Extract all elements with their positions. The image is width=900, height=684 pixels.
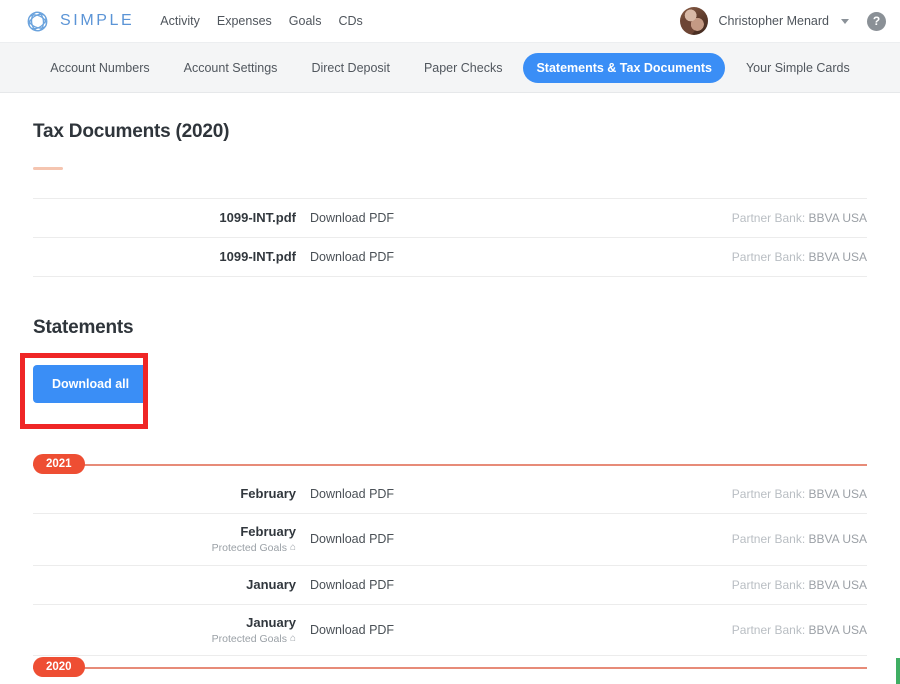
subnav-item-account-numbers[interactable]: Account Numbers	[37, 53, 162, 83]
table-row[interactable]: December Download PDF Partner Bank: BBVA…	[33, 678, 867, 684]
row-label-cell: February Protected Goals ⌂	[33, 524, 310, 555]
partner-bank-name: BBVA USA	[808, 487, 867, 501]
year-divider-line	[33, 464, 867, 466]
row-action-cell: Download PDF	[310, 485, 732, 503]
download-pdf-link[interactable]: Download PDF	[310, 532, 394, 546]
simple-ring-logo-icon	[27, 11, 48, 31]
table-row[interactable]: 1099-INT.pdf Download PDF Partner Bank: …	[33, 198, 867, 237]
partner-bank-name: BBVA USA	[808, 577, 867, 592]
table-row[interactable]: January Download PDF Partner Bank: BBVA …	[33, 564, 867, 604]
table-row[interactable]: January Protected Goals ⌂ Download PDF P…	[33, 603, 867, 657]
row-label-cell: 1099-INT.pdf	[33, 249, 310, 265]
year-divider-2021: 2021	[33, 453, 867, 475]
table-row[interactable]: 1099-INT.pdf Download PDF Partner Bank: …	[33, 237, 867, 277]
nav-item-expenses[interactable]: Expenses	[217, 14, 272, 28]
brand[interactable]: SIMPLE	[24, 8, 134, 35]
row-action-cell: Download PDF	[310, 621, 732, 639]
download-pdf-link[interactable]: Download PDF	[310, 211, 394, 225]
partner-bank-name: BBVA USA	[808, 532, 867, 547]
year-badge: 2021	[33, 454, 85, 474]
row-action-cell: Download PDF	[310, 248, 732, 266]
download-all-area: Download all	[20, 353, 867, 429]
page-root: SIMPLE Activity Expenses Goals CDs Chris…	[0, 0, 900, 684]
partner-bank-name: BBVA USA	[808, 250, 867, 264]
partner-bank-cell: Partner Bank: BBVA USA	[732, 532, 867, 546]
row-label: January	[246, 576, 296, 592]
year-divider-line	[33, 667, 867, 669]
row-label: February	[240, 524, 296, 539]
tax-documents-title: Tax Documents (2020)	[33, 121, 230, 142]
row-sublabel: Protected Goals	[211, 632, 287, 645]
download-pdf-link[interactable]: Download PDF	[310, 487, 394, 501]
help-question-icon[interactable]: ?	[867, 11, 886, 31]
partner-bank-cell: Partner Bank: BBVA USA	[732, 623, 867, 637]
lock-icon: ⌂	[289, 542, 296, 554]
year-badge: 2020	[33, 657, 85, 678]
download-pdf-link[interactable]: Download PDF	[310, 578, 394, 592]
partner-bank-prefix: Partner Bank:	[731, 577, 809, 592]
download-pdf-link[interactable]: Download PDF	[310, 250, 394, 264]
partner-bank-prefix: Partner Bank:	[731, 250, 809, 264]
brand-name: SIMPLE	[60, 12, 135, 29]
row-label: 1099-INT.pdf	[219, 249, 296, 265]
partner-bank-cell: Partner Bank: BBVA USA	[732, 487, 867, 501]
subnav-item-account-settings[interactable]: Account Settings	[171, 53, 291, 83]
partner-bank-prefix: Partner Bank:	[731, 487, 809, 501]
subnav-item-your-simple-cards[interactable]: Your Simple Cards	[733, 53, 863, 83]
main-content: Tax Documents (2020) 1099-INT.pdf Downlo…	[0, 93, 900, 684]
subnav-item-direct-deposit[interactable]: Direct Deposit	[298, 53, 403, 83]
row-label: 1099-INT.pdf	[219, 210, 296, 226]
table-row[interactable]: February Download PDF Partner Bank: BBVA…	[33, 475, 867, 513]
top-header-bar: SIMPLE Activity Expenses Goals CDs Chris…	[0, 0, 900, 43]
partner-bank-prefix: Partner Bank:	[731, 211, 809, 225]
row-label-cell: 1099-INT.pdf	[33, 210, 310, 226]
secondary-nav: Account Numbers Account Settings Direct …	[0, 43, 900, 93]
row-label: January	[246, 614, 296, 630]
row-sublabel-cell: Protected Goals ⌂	[33, 633, 296, 646]
row-sublabel-cell: Protected Goals ⌂	[33, 542, 296, 555]
row-label: February	[240, 486, 296, 502]
subnav-item-statements-tax-documents[interactable]: Statements & Tax Documents	[523, 52, 725, 83]
user-name[interactable]: Christopher Menard	[719, 14, 829, 28]
download-all-button[interactable]: Download all	[33, 365, 149, 403]
row-label-cell: January Protected Goals ⌂	[33, 615, 310, 646]
nav-item-goals[interactable]: Goals	[289, 14, 322, 28]
partner-bank-prefix: Partner Bank:	[731, 622, 809, 637]
partner-bank-cell: Partner Bank: BBVA USA	[732, 578, 867, 592]
partner-bank-name: BBVA USA	[808, 622, 867, 637]
lock-icon: ⌂	[289, 632, 296, 644]
partner-bank-prefix: Partner Bank:	[731, 532, 809, 547]
row-action-cell: Download PDF	[310, 576, 732, 594]
avatar[interactable]	[679, 7, 708, 35]
partner-bank-name: BBVA USA	[808, 211, 867, 225]
statements-list-2020: December Download PDF Partner Bank: BBVA…	[33, 678, 867, 684]
statements-list-2021: February Download PDF Partner Bank: BBVA…	[33, 475, 867, 657]
download-pdf-link[interactable]: Download PDF	[310, 623, 394, 637]
title-accent-rule	[33, 167, 63, 170]
partner-bank-cell: Partner Bank: BBVA USA	[732, 250, 867, 264]
row-action-cell: Download PDF	[310, 530, 732, 548]
partner-bank-cell: Partner Bank: BBVA USA	[732, 211, 867, 225]
primary-nav: Activity Expenses Goals CDs	[160, 14, 362, 28]
row-sublabel: Protected Goals	[211, 541, 287, 554]
statements-title: Statements	[33, 317, 134, 338]
tax-documents-list: 1099-INT.pdf Download PDF Partner Bank: …	[33, 198, 867, 277]
row-label-cell: February	[33, 486, 310, 502]
edge-indicator	[896, 658, 900, 684]
header-right-group: Christopher Menard ?	[679, 7, 886, 35]
year-divider-2020: 2020	[33, 656, 867, 678]
chevron-down-icon[interactable]	[841, 18, 849, 24]
row-action-cell: Download PDF	[310, 209, 732, 227]
table-row[interactable]: February Protected Goals ⌂ Download PDF …	[33, 513, 867, 565]
row-label-cell: January	[33, 577, 310, 593]
nav-item-activity[interactable]: Activity	[160, 14, 200, 28]
nav-item-cds[interactable]: CDs	[338, 14, 362, 28]
subnav-item-paper-checks[interactable]: Paper Checks	[411, 53, 516, 83]
